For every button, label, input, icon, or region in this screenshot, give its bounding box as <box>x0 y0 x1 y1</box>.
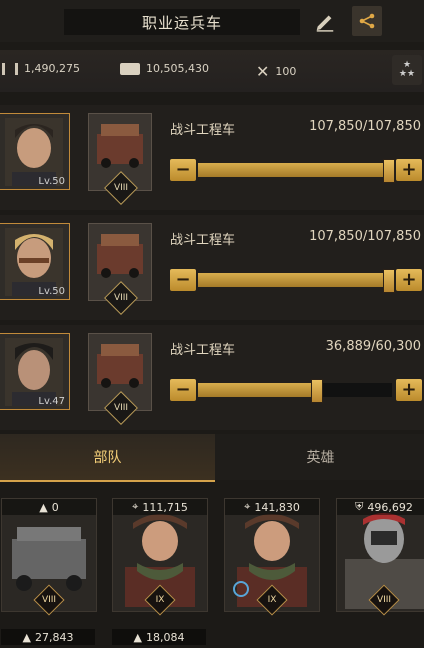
hero-level: Lv.50 <box>38 176 65 187</box>
arrow-up-icon: ▲ <box>22 630 31 644</box>
unit-count: 36,889/60,300 <box>325 339 421 354</box>
unit-list: ▲ 0 VIII ⌖ 111,715 IX ⌖ 141,830 IX ⛨ 496,692… <box>0 488 424 648</box>
unit-count: ▲ 0 <box>2 499 96 515</box>
hero-level: Lv.50 <box>38 286 65 297</box>
truck-card[interactable]: VIII <box>88 333 152 425</box>
slider-fill <box>198 163 392 177</box>
slider-fill <box>198 383 317 397</box>
troop-slot-1: Lv.50 VIII 战斗工程车 107,850/107,850 − + <box>0 105 424 210</box>
unit-name: 战斗工程车 <box>170 233 236 248</box>
share-icon <box>359 13 375 29</box>
decrease-button[interactable]: − <box>170 379 196 401</box>
troop-slot-2: Lv.50 VIII 战斗工程车 107,850/107,850 − + <box>0 215 424 320</box>
unit-card[interactable]: ▲ 0 VIII <box>1 498 97 616</box>
header: 职业运兵车 <box>0 0 424 42</box>
decrease-button[interactable]: − <box>170 159 196 181</box>
page-title: 职业运兵车 <box>64 9 300 35</box>
pencil-icon <box>316 15 334 32</box>
unit-count: 107,850/107,850 <box>309 119 421 134</box>
unit-card[interactable]: ⌖ 111,715 IX <box>112 498 208 616</box>
unit-count: ▲ 27,843 <box>1 629 95 645</box>
shield-icon: ⛨ <box>355 500 364 513</box>
unit-card[interactable]: ⛨ 496,692 VIII <box>336 498 424 616</box>
hero-card[interactable]: Lv.50 <box>0 223 70 300</box>
stars-button[interactable]: ★ ★★ <box>392 55 422 85</box>
ammo-stat: 1,490,275 <box>2 62 80 75</box>
increase-button[interactable]: + <box>396 159 422 181</box>
wrench-icon: ✕ <box>256 62 270 81</box>
unit-count: ▲ 18,084 <box>112 629 206 645</box>
edit-button[interactable] <box>310 6 340 36</box>
truck-icon <box>120 62 140 75</box>
ammo-value: 1,490,275 <box>24 62 80 75</box>
increase-button[interactable]: + <box>396 379 422 401</box>
slider-knob[interactable] <box>383 269 395 293</box>
slider-knob[interactable] <box>383 159 395 183</box>
troop-slot-3: Lv.47 VIII 战斗工程车 36,889/60,300 − + <box>0 325 424 430</box>
troop-slider[interactable] <box>198 159 395 183</box>
unit-card[interactable]: ⌖ 141,830 IX <box>224 498 320 616</box>
stats-bar: 1,490,275 10,505,430 ✕ 100 <box>0 50 424 92</box>
increase-button[interactable]: + <box>396 269 422 291</box>
truck-card[interactable]: VIII <box>88 113 152 205</box>
share-button[interactable] <box>352 6 382 36</box>
tab-heroes[interactable]: 英雄 <box>217 434 424 480</box>
hero-card[interactable]: Lv.50 <box>0 113 70 190</box>
stars-icon: ★ ★★ <box>398 60 416 79</box>
unit-count: 107,850/107,850 <box>309 229 421 244</box>
tab-troops[interactable]: 部队 <box>0 434 215 482</box>
troop-slider[interactable] <box>198 379 392 403</box>
unit-count: ⌖ 141,830 <box>225 499 319 515</box>
slider-fill <box>198 273 392 287</box>
target-icon: ⌖ <box>244 500 251 513</box>
slider-knob[interactable] <box>311 379 323 403</box>
capacity-stat: 10,505,430 <box>120 62 209 75</box>
unit-count: ⛨ 496,692 <box>337 499 424 515</box>
unit-name: 战斗工程车 <box>170 123 236 138</box>
hero-card[interactable]: Lv.47 <box>0 333 70 410</box>
target-icon: ⌖ <box>132 500 139 513</box>
repair-value: 100 <box>275 65 297 78</box>
capacity-value: 10,505,430 <box>146 62 209 75</box>
unit-name: 战斗工程车 <box>170 343 236 358</box>
unit-count: ⌖ 111,715 <box>113 499 207 515</box>
hero-level: Lv.47 <box>38 396 65 407</box>
arrow-up-icon: ▲ <box>39 500 48 514</box>
repair-stat: ✕ 100 <box>256 62 296 81</box>
decrease-button[interactable]: − <box>170 269 196 291</box>
tab-bar: 部队 英雄 <box>0 434 424 482</box>
troop-slider[interactable] <box>198 269 395 293</box>
ammo-icon <box>2 62 18 75</box>
truck-card[interactable]: VIII <box>88 223 152 315</box>
arrow-up-icon: ▲ <box>133 630 142 644</box>
